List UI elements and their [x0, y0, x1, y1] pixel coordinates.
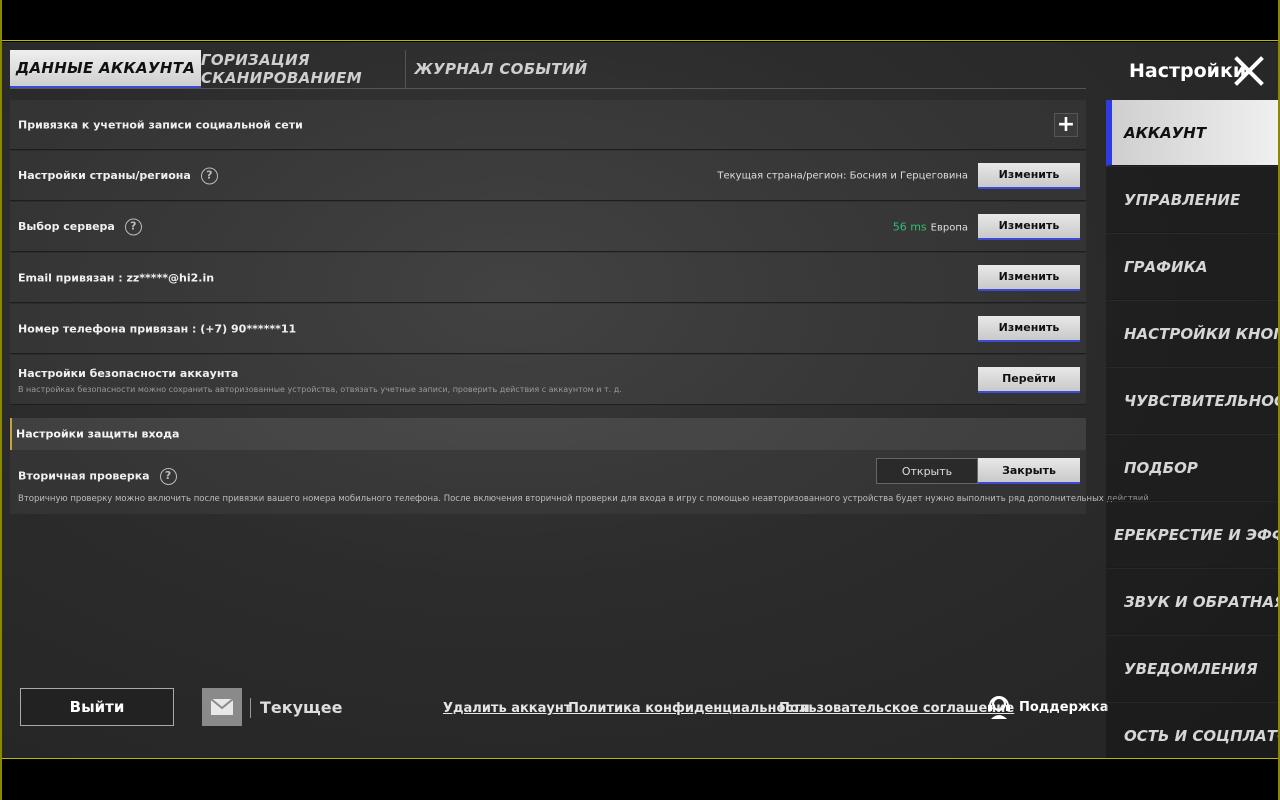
security-row: Настройки безопасности аккаунта В настро…: [10, 355, 1086, 405]
region-row: Настройки страны/региона? Текущая страна…: [10, 151, 1086, 201]
ping-value: 56 ms: [892, 220, 927, 233]
change-server-button[interactable]: Изменить: [978, 213, 1080, 240]
sidebar-item-matchmaking[interactable]: ПОДБОР: [1106, 435, 1278, 501]
help-icon[interactable]: ?: [124, 218, 142, 235]
settings-sidebar: АККАУНТ УПРАВЛЕНИЕ ГРАФИКА НАСТРОЙКИ КНО…: [1106, 100, 1278, 758]
server-row: Выбор сервера? 56 ms Европа Изменить: [10, 202, 1086, 252]
letterbox-top: [0, 0, 1280, 41]
region-label: Настройки страны/региона: [18, 168, 191, 182]
server-label: Выбор сервера: [18, 219, 115, 233]
help-icon[interactable]: ?: [159, 468, 177, 485]
go-security-button[interactable]: Перейти: [978, 366, 1080, 393]
settings-screen: ДАННЫЕ АККАУНТА ГОРИЗАЦИЯ СКАНИРОВАНИЕМ …: [2, 42, 1278, 758]
change-email-button[interactable]: Изменить: [978, 264, 1080, 291]
mail-icon: [210, 698, 234, 715]
login-protection-title: Настройки защиты входа: [16, 427, 180, 441]
email-row: Email привязан : zz*****@hi2.in Изменить: [10, 253, 1086, 303]
secondary-check-row: Вторичная проверка? Открыть Закрыть Втор…: [10, 450, 1152, 514]
tab-bar: ДАННЫЕ АККАУНТА ГОРИЗАЦИЯ СКАНИРОВАНИЕМ …: [10, 50, 596, 88]
page-title: Настройки: [1129, 60, 1247, 82]
logout-button[interactable]: Выйти: [20, 688, 174, 726]
tab-event-log[interactable]: ЖУРНАЛ СОБЫТИЙ: [406, 50, 596, 88]
social-link-row: Привязка к учетной записи социальной сет…: [10, 100, 1086, 150]
current-label: Текущее: [260, 698, 343, 717]
frame-edge-left: [0, 0, 2, 800]
email-label: Email привязан : zz*****@hi2.in: [18, 271, 215, 284]
change-phone-button[interactable]: Изменить: [978, 315, 1080, 342]
privacy-policy-link[interactable]: Политика конфиденциальности: [568, 701, 810, 716]
secondary-check-open-option[interactable]: Открыть: [876, 458, 978, 484]
letterbox-bottom: [0, 758, 1280, 800]
account-settings-list: Привязка к учетной записи социальной сет…: [10, 100, 1152, 514]
footer-divider: [250, 698, 251, 718]
security-description: В настройках безопасности можно сохранит…: [18, 385, 622, 394]
close-icon[interactable]: [1232, 54, 1266, 88]
help-icon[interactable]: ?: [200, 167, 218, 184]
current-region-text: Текущая страна/регион: Босния и Герцегов…: [717, 170, 968, 181]
change-region-button[interactable]: Изменить: [978, 162, 1080, 189]
phone-row: Номер телефона привязан : (+7) 90******1…: [10, 304, 1086, 354]
sidebar-item-crosshair[interactable]: ЕРЕКРЕСТИЕ И ЭФФЕКТ: [1106, 502, 1278, 568]
tab-scan-authorization[interactable]: ГОРИЗАЦИЯ СКАНИРОВАНИЕМ: [201, 50, 406, 88]
headset-icon: [988, 696, 1010, 719]
sidebar-item-notifications[interactable]: УВЕДОМЛЕНИЯ: [1106, 636, 1278, 702]
sidebar-item-button-settings[interactable]: НАСТРОЙКИ КНОПОК: [1106, 301, 1278, 367]
tab-account-data[interactable]: ДАННЫЕ АККАУНТА: [10, 50, 201, 88]
login-protection-heading: Настройки защиты входа: [10, 418, 1086, 450]
support-button[interactable]: Поддержка: [987, 694, 1108, 720]
sidebar-item-sensitivity[interactable]: ЧУВСТВИТЕЛЬНОСТЬ: [1106, 368, 1278, 434]
security-label: Настройки безопасности аккаунта: [18, 367, 239, 380]
sidebar-item-audio[interactable]: ЗВУК И ОБРАТНАЯ СВЯ: [1106, 569, 1278, 635]
sidebar-item-controls[interactable]: УПРАВЛЕНИЕ: [1106, 167, 1278, 233]
delete-account-link[interactable]: Удалить аккаунт: [443, 701, 571, 716]
sidebar-item-social[interactable]: ОСТЬ И СОЦПЛАТФОРМ: [1106, 703, 1278, 758]
support-label: Поддержка: [1019, 699, 1109, 715]
secondary-check-toggle: Открыть Закрыть: [876, 458, 1080, 484]
sidebar-item-graphics[interactable]: ГРАФИКА: [1106, 234, 1278, 300]
mail-button[interactable]: [202, 688, 242, 726]
tab-divider: [10, 88, 1086, 89]
phone-label: Номер телефона привязан : (+7) 90******1…: [18, 322, 297, 335]
secondary-check-description: Вторичную проверку можно включить после …: [18, 494, 1152, 504]
social-link-label: Привязка к учетной записи социальной сет…: [18, 118, 303, 131]
add-social-button[interactable]: +: [1054, 112, 1078, 137]
secondary-check-label: Вторичная проверка: [18, 469, 150, 483]
user-agreement-link[interactable]: Пользовательское соглашение: [779, 701, 1014, 716]
secondary-check-close-option[interactable]: Закрыть: [978, 458, 1080, 484]
server-info: 56 ms Европа: [893, 220, 968, 233]
server-name: Европа: [930, 222, 968, 233]
sidebar-item-account[interactable]: АККАУНТ: [1106, 100, 1278, 166]
